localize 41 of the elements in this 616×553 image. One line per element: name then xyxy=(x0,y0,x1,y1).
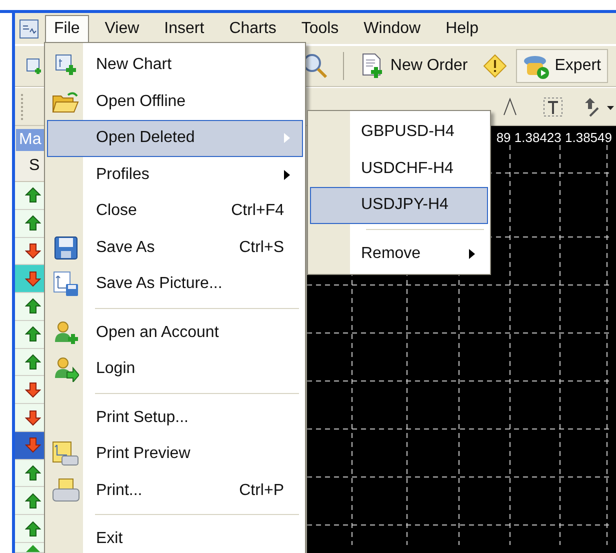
menu-item[interactable]: USDJPY-H4 xyxy=(310,187,488,224)
picture-save-icon xyxy=(53,271,79,298)
menu-item[interactable]: GBPUSD-H4 xyxy=(310,114,488,150)
menu-item[interactable]: Login xyxy=(47,351,303,388)
menu-item[interactable]: Save As Picture... xyxy=(47,266,303,302)
menu-item[interactable]: Save As Ctrl+S xyxy=(47,230,303,266)
menu-item[interactable]: Window xyxy=(354,14,430,42)
menu-item[interactable]: New Chart xyxy=(47,47,303,84)
submenu-arrow-icon xyxy=(284,170,290,180)
menu-item[interactable]: Insert xyxy=(155,14,214,42)
print-preview-icon xyxy=(52,441,80,468)
text-icon[interactable] xyxy=(502,96,518,116)
menu-item[interactable]: Charts xyxy=(220,14,286,42)
menu-item[interactable]: View xyxy=(96,14,148,42)
menu-item[interactable]: Print Setup... xyxy=(47,400,303,436)
menu-item[interactable]: Print... Ctrl+P xyxy=(47,472,303,509)
menu-item[interactable]: Open an Account xyxy=(47,314,303,351)
up-arrow-icon xyxy=(25,544,41,552)
chart-add-icon xyxy=(54,53,78,78)
menu-item[interactable]: USDCHF-H4 xyxy=(310,150,488,187)
person-add-icon xyxy=(53,320,79,346)
submenu-arrow-icon xyxy=(284,133,290,143)
submenu-arrow-icon xyxy=(469,248,475,258)
menu-item[interactable]: Exit xyxy=(47,521,303,553)
warning-icon[interactable] xyxy=(482,53,508,79)
printer-icon xyxy=(52,478,80,504)
menu-item[interactable]: Remove xyxy=(310,236,488,272)
expert-button[interactable]: Expert xyxy=(516,49,608,83)
menu-item[interactable]: Print Preview xyxy=(47,436,303,472)
menu-item[interactable]: Tools xyxy=(292,14,348,42)
menu-item[interactable]: File xyxy=(45,15,89,42)
new-order-button[interactable]: New Order xyxy=(356,50,474,82)
menu-item[interactable]: Help xyxy=(436,14,488,42)
person-arrow-icon xyxy=(53,356,79,382)
chart-window-icon[interactable] xyxy=(18,18,40,40)
menu-item[interactable]: Open Deleted xyxy=(47,120,303,156)
folder-icon xyxy=(52,90,80,114)
menu-item[interactable]: Close Ctrl+F4 xyxy=(47,193,303,230)
price-scale-text: 89 1.38423 1.38549 xyxy=(496,129,613,145)
menu-item[interactable]: Open Offline xyxy=(47,84,303,120)
text-label-icon[interactable] xyxy=(542,96,564,118)
